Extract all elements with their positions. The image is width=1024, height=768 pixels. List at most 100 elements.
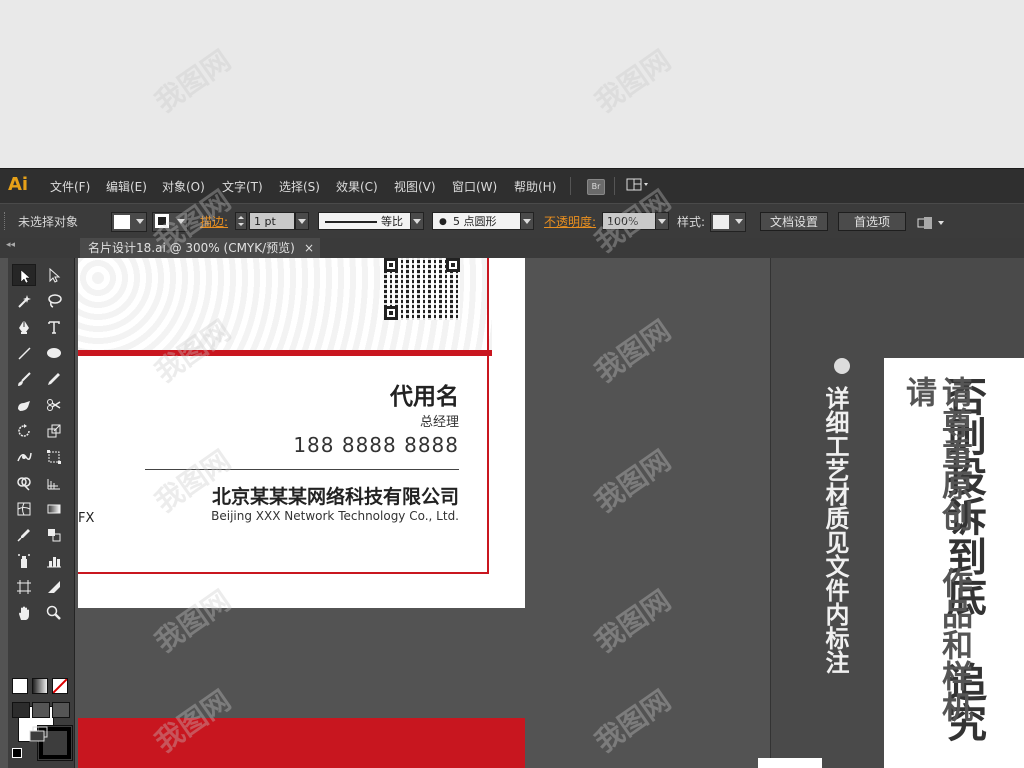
menu-view[interactable]: 视图(V) [394, 178, 436, 195]
control-bar-grip[interactable] [4, 212, 8, 230]
none-mode-icon[interactable] [52, 678, 68, 694]
color-mode-icon[interactable] [12, 678, 28, 694]
shape-builder-tool-icon[interactable] [12, 472, 36, 494]
draw-normal-icon[interactable] [12, 702, 30, 718]
column-graph-tool-icon[interactable] [42, 550, 66, 572]
menu-bar: Ai 文件(F) 编辑(E) 对象(O) 文字(T) 选择(S) 效果(C) 视… [0, 168, 1024, 203]
stroke-swatch-dropdown[interactable] [152, 212, 188, 232]
card-company-cn: 北京某某某网络科技有限公司 [211, 486, 459, 508]
chevron-down-icon [413, 219, 421, 224]
preferences-button[interactable]: 首选项 [838, 212, 906, 231]
slice-tool-icon[interactable] [42, 576, 66, 598]
draw-behind-icon[interactable] [32, 702, 50, 718]
collapse-panel-icon[interactable]: ◂◂ [6, 240, 15, 250]
details-notice: 详细工艺材质见文件内标注 [821, 386, 849, 674]
brush-dot-icon: ● [439, 217, 447, 227]
document-tab-title: 名片设计18.ai @ 300% (CMYK/预览) [88, 241, 295, 255]
direct-selection-tool-icon[interactable] [42, 264, 66, 286]
profile-dropdown[interactable] [410, 212, 424, 230]
mesh-tool-icon[interactable] [12, 498, 36, 520]
align-options-icon[interactable] [916, 215, 948, 234]
stroke-weight-input[interactable]: 1 pt [249, 212, 295, 230]
opacity-dropdown[interactable] [655, 212, 669, 230]
default-colors-icon[interactable] [12, 748, 22, 758]
menu-type[interactable]: 文字(T) [222, 178, 263, 195]
menu-help[interactable]: 帮助(H) [514, 178, 556, 195]
gradient-tool-icon[interactable] [42, 498, 66, 520]
control-bar: 未选择对象 描边: 1 pt 等比 ● 5 点圆形 不透明度: 100% 样式: [0, 203, 1024, 239]
card-partial-text: FX [78, 511, 95, 526]
zoom-tool-icon[interactable] [42, 602, 66, 624]
graphic-style-swatch [713, 215, 729, 229]
profile-line-icon [325, 221, 377, 223]
brush-definition[interactable]: ● 5 点圆形 [432, 212, 534, 230]
qr-finder [446, 258, 460, 272]
chevron-down-icon [136, 219, 144, 224]
chevron-down-icon [735, 219, 743, 224]
scissors-tool-icon[interactable] [42, 394, 66, 416]
graphic-style-dropdown[interactable] [710, 212, 746, 232]
pen-tool-icon[interactable] [12, 316, 36, 338]
menu-object[interactable]: 对象(O) [162, 178, 205, 195]
document-setup-button[interactable]: 文档设置 [760, 212, 828, 231]
type-tool-icon[interactable] [42, 316, 66, 338]
pencil-tool-icon[interactable] [42, 368, 66, 390]
artboard-tool-icon[interactable] [12, 576, 36, 598]
paintbrush-tool-icon[interactable] [12, 368, 36, 390]
gradient-mode-icon[interactable] [32, 678, 48, 694]
stroke-weight-stepper[interactable] [235, 212, 247, 230]
variable-width-profile[interactable]: 等比 [318, 212, 424, 230]
menu-file[interactable]: 文件(F) [50, 178, 90, 195]
chevron-down-icon [298, 219, 306, 224]
stroke-weight-dropdown[interactable] [295, 212, 309, 230]
panel-edge [758, 758, 822, 768]
ellipse-tool-icon[interactable] [42, 342, 66, 364]
fill-swatch-dropdown[interactable] [111, 212, 147, 232]
menu-select[interactable]: 选择(S) [279, 178, 320, 195]
lasso-tool-icon[interactable] [42, 290, 66, 312]
card-red-divider [78, 350, 492, 356]
qr-finder [384, 258, 398, 272]
perspective-grid-tool-icon[interactable] [42, 472, 66, 494]
magic-wand-tool-icon[interactable] [12, 290, 36, 312]
selection-tool-icon[interactable] [12, 264, 36, 286]
eyedropper-tool-icon[interactable] [12, 524, 36, 546]
arrange-documents-icon[interactable] [626, 178, 650, 195]
color-mode-row [12, 676, 70, 694]
canvas-area[interactable]: 代用名 总经理 188 8888 8888 北京某某某网络科技有限公司 Beij… [78, 258, 1024, 768]
style-label: 样式: [677, 215, 706, 229]
chevron-down-icon [658, 219, 666, 224]
width-tool-icon[interactable] [12, 446, 36, 468]
draw-inside-icon[interactable] [52, 702, 70, 718]
menu-window[interactable]: 窗口(W) [452, 178, 497, 195]
free-transform-tool-icon[interactable] [42, 446, 66, 468]
hand-tool-icon[interactable] [12, 602, 36, 624]
screen-mode-icon[interactable] [28, 726, 50, 742]
card-name: 代用名 [390, 384, 459, 410]
opacity-input[interactable]: 100% [602, 212, 658, 230]
stroke-label-link[interactable]: 描边: [200, 213, 228, 230]
blob-brush-tool-icon[interactable] [12, 394, 36, 416]
menu-edit[interactable]: 编辑(E) [106, 178, 147, 195]
desktop-background [0, 0, 1024, 168]
symbol-sprayer-tool-icon[interactable] [12, 550, 36, 572]
scale-tool-icon[interactable] [42, 420, 66, 442]
menu-separator [570, 177, 571, 195]
document-tab[interactable]: 名片设计18.ai @ 300% (CMYK/预览) × [80, 238, 320, 258]
chevron-down-icon [523, 219, 531, 224]
qr-code [384, 258, 460, 320]
card-job-title: 总经理 [419, 415, 459, 430]
draw-mode-row [12, 700, 70, 718]
opacity-label-link[interactable]: 不透明度: [544, 213, 596, 230]
blend-tool-icon[interactable] [42, 524, 66, 546]
brush-dropdown[interactable] [520, 212, 534, 230]
line-tool-icon[interactable] [12, 342, 36, 364]
profile-label: 等比 [381, 215, 403, 228]
rotate-tool-icon[interactable] [12, 420, 36, 442]
close-tab-icon[interactable]: × [304, 238, 314, 258]
bridge-button[interactable]: Br [587, 179, 605, 195]
menu-effect[interactable]: 效果(C) [336, 178, 378, 195]
red-card-back-preview [78, 718, 525, 768]
stroke-color-swatch [155, 214, 169, 228]
selection-status: 未选择对象 [18, 215, 79, 229]
